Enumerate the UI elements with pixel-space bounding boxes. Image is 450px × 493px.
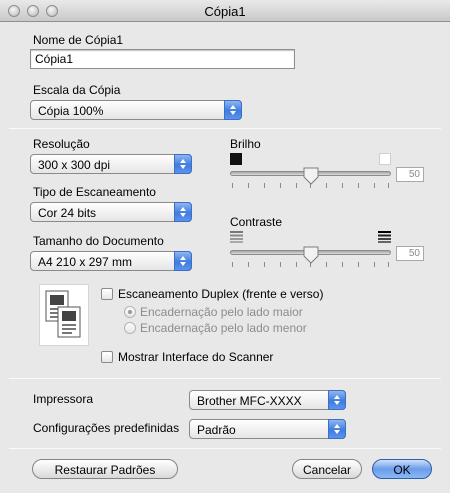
popup-arrows-icon	[328, 419, 346, 439]
doc-size-popup[interactable]: A4 210 x 297 mm	[30, 251, 192, 271]
scale-value: Cópia 100%	[38, 104, 104, 118]
printer-popup[interactable]: Brother MFC-XXXX	[189, 390, 346, 410]
duplex-pages-icon	[39, 284, 89, 346]
title-bar: Cópia1	[0, 0, 450, 22]
divider	[9, 378, 441, 379]
brightness-value-field[interactable]: 50	[396, 167, 424, 182]
resolution-popup[interactable]: 300 x 300 dpi	[30, 154, 192, 174]
copy-name-field[interactable]: Cópia1	[30, 49, 295, 69]
scan-type-label: Tipo de Escaneamento	[33, 185, 156, 199]
popup-arrows-icon	[328, 390, 346, 410]
popup-arrows-icon	[174, 251, 192, 271]
scale-popup[interactable]: Cópia 100%	[30, 100, 242, 120]
radio-long-edge[interactable]	[124, 306, 136, 318]
show-interface-checkbox[interactable]	[101, 351, 113, 363]
low-contrast-icon	[230, 231, 243, 246]
resolution-value: 300 x 300 dpi	[38, 158, 111, 172]
radio-short-edge[interactable]	[124, 322, 136, 334]
window-title: Cópia1	[204, 4, 246, 19]
cancel-button[interactable]: Cancelar	[292, 459, 362, 479]
dark-square-icon	[230, 153, 242, 165]
show-interface-label: Mostrar Interface do Scanner	[118, 350, 274, 364]
duplex-label: Escaneamento Duplex (frente e verso)	[118, 287, 324, 301]
contrast-value-field[interactable]: 50	[396, 246, 424, 261]
radio-long-edge-label: Encadernação pelo lado maior	[140, 305, 303, 319]
divider	[9, 128, 441, 129]
scan-type-value: Cor 24 bits	[38, 206, 97, 220]
printer-label: Impressora	[33, 392, 94, 406]
brightness-label: Brilho	[230, 137, 261, 151]
copy-name-label: Nome de Cópia1	[33, 33, 124, 47]
popup-arrows-icon	[174, 202, 192, 222]
printer-value: Brother MFC-XXXX	[197, 394, 302, 408]
restore-defaults-button[interactable]: Restaurar Padrões	[32, 459, 178, 479]
duplex-checkbox[interactable]	[101, 288, 113, 300]
high-contrast-icon	[378, 231, 391, 246]
presets-value: Padrão	[197, 423, 236, 437]
scan-type-popup[interactable]: Cor 24 bits	[30, 202, 192, 222]
popup-arrows-icon	[224, 100, 242, 120]
resolution-label: Resolução	[33, 137, 90, 151]
light-square-icon	[379, 153, 391, 165]
divider	[9, 448, 441, 449]
radio-short-edge-label: Encadernação pelo lado menor	[140, 321, 307, 335]
scale-label: Escala da Cópia	[33, 83, 121, 97]
doc-size-value: A4 210 x 297 mm	[38, 255, 133, 269]
popup-arrows-icon	[174, 154, 192, 174]
doc-size-label: Tamanho do Documento	[33, 234, 164, 248]
contrast-label: Contraste	[230, 215, 283, 229]
copy-dialog-window: Cópia1 Nome de Cópia1 Cópia1 Escala da C…	[0, 0, 450, 493]
presets-label: Configurações predefinidas	[33, 421, 180, 435]
presets-popup[interactable]: Padrão	[189, 419, 346, 439]
ok-button[interactable]: OK	[372, 459, 432, 479]
